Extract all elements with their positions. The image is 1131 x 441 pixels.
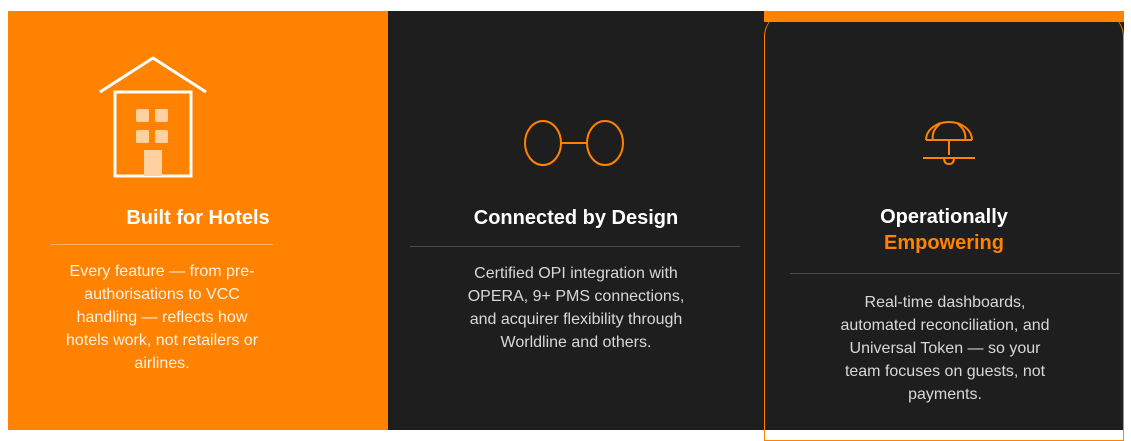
- card-description: Real-time dashboards, automated reconcil…: [840, 294, 1050, 403]
- card-title: Built for Hotels: [126, 207, 270, 229]
- card-description: Certified OPI integration with OPERA, 9+…: [467, 265, 685, 351]
- card-title: Connected by Design: [473, 207, 679, 229]
- card-description: Every feature — from pre-authorisations …: [65, 263, 259, 372]
- active-card-indicator: [764, 11, 1124, 22]
- divider: [410, 246, 740, 247]
- divider: [51, 244, 273, 245]
- card-built-for-hotels: Built for Hotels Every feature — from pr…: [8, 11, 388, 430]
- card-outline: Operationally Empowering Real-time dashb…: [764, 11, 1124, 441]
- card-connected-by-design: Connected by Design Certified OPI integr…: [388, 11, 764, 430]
- card-title-accent: Empowering: [883, 232, 1004, 254]
- linked-rings-icon: [524, 120, 624, 166]
- card-operationally-empowering: Operationally Empowering Real-time dashb…: [764, 11, 1124, 441]
- card-title-main: Operationally: [880, 206, 1008, 228]
- hotel-building-icon: [99, 56, 207, 178]
- divider: [790, 273, 1120, 274]
- service-bell-umbrella-icon: [923, 121, 975, 166]
- card-title: Operationally Empowering: [765, 204, 1123, 256]
